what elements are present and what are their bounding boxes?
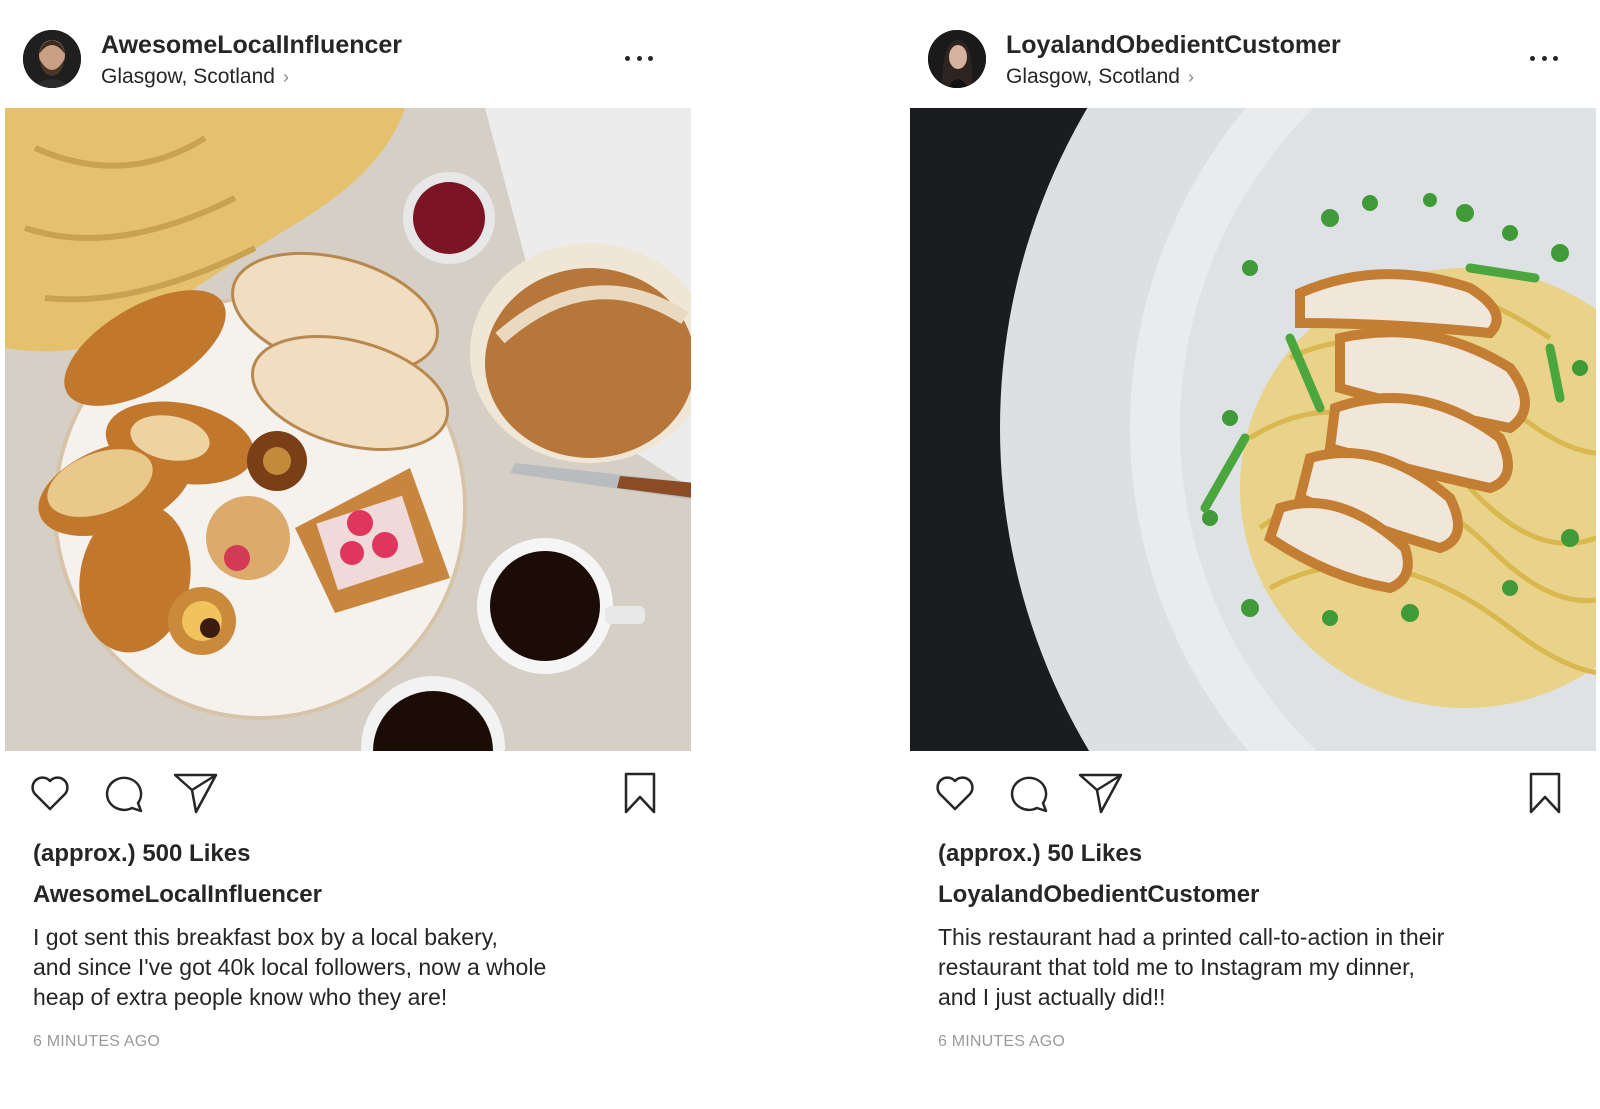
chevron-right-icon: › [282, 67, 289, 87]
post-header: AwesomeLocalInfluencer Glasgow, Scotland… [5, 0, 691, 108]
caption-line: and I just actually did!! [938, 984, 1166, 1010]
comment-icon[interactable] [1006, 770, 1052, 816]
caption-text: I got sent this breakfast box by a local… [33, 922, 633, 1012]
location[interactable]: Glasgow, Scotland › [1006, 65, 1194, 89]
post-actions [910, 770, 1596, 820]
location-label[interactable]: Glasgow, Scotland [1006, 65, 1180, 88]
more-options-icon[interactable] [625, 46, 653, 70]
chevron-right-icon: › [1187, 67, 1194, 87]
likes-count[interactable]: (approx.) 500 Likes [33, 840, 250, 868]
post-actions [5, 770, 691, 820]
caption-username[interactable]: LoyalandObedientCustomer [938, 881, 1259, 909]
post-timestamp: 6 MINUTES AGO [33, 1033, 161, 1050]
heart-icon[interactable] [27, 770, 73, 816]
caption-line: I got sent this breakfast box by a local… [33, 924, 498, 950]
bookmark-icon[interactable] [617, 770, 663, 816]
caption-username[interactable]: AwesomeLocalInfluencer [33, 881, 322, 909]
caption-line: restaurant that told me to Instagram my … [938, 954, 1415, 980]
more-options-icon[interactable] [1530, 46, 1558, 70]
caption-line: heap of extra people know who they are! [33, 984, 448, 1010]
share-icon[interactable] [1078, 770, 1124, 816]
avatar[interactable] [928, 30, 986, 88]
location-label[interactable]: Glasgow, Scotland [101, 65, 275, 88]
post-photo[interactable] [5, 108, 691, 751]
username[interactable]: AwesomeLocalInfluencer [101, 31, 402, 60]
post-timestamp: 6 MINUTES AGO [938, 1033, 1066, 1050]
post-header: LoyalandObedientCustomer Glasgow, Scotla… [910, 0, 1596, 108]
post-card: LoyalandObedientCustomer Glasgow, Scotla… [910, 0, 1596, 1080]
post-card: AwesomeLocalInfluencer Glasgow, Scotland… [5, 0, 691, 1080]
share-icon[interactable] [173, 770, 219, 816]
caption-line: and since I've got 40k local followers, … [33, 954, 547, 980]
post-photo[interactable] [910, 108, 1596, 751]
caption-text: This restaurant had a printed call-to-ac… [938, 922, 1538, 1012]
caption-line: This restaurant had a printed call-to-ac… [938, 924, 1445, 950]
username[interactable]: LoyalandObedientCustomer [1006, 31, 1341, 60]
likes-count[interactable]: (approx.) 50 Likes [938, 840, 1142, 868]
avatar[interactable] [23, 30, 81, 88]
location[interactable]: Glasgow, Scotland › [101, 65, 289, 89]
comment-icon[interactable] [101, 770, 147, 816]
bookmark-icon[interactable] [1522, 770, 1568, 816]
heart-icon[interactable] [932, 770, 978, 816]
